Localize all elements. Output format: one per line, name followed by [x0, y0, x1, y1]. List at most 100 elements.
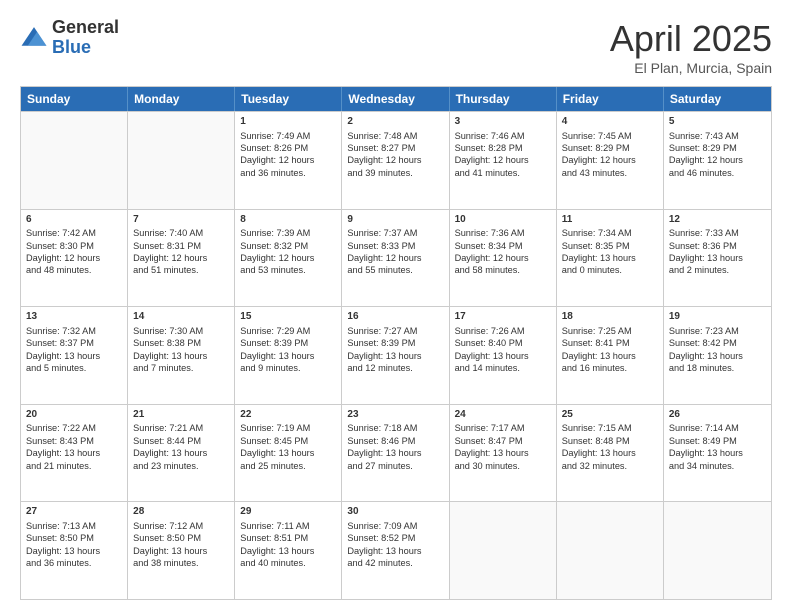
- sunrise-text: Sunrise: 7:32 AM: [26, 326, 96, 336]
- day-number: 6: [26, 213, 122, 227]
- sunrise-text: Sunrise: 7:25 AM: [562, 326, 632, 336]
- cal-cell-r4-c3: 30Sunrise: 7:09 AMSunset: 8:52 PMDayligh…: [342, 502, 449, 599]
- daylight-text-2: and 53 minutes.: [240, 265, 305, 275]
- daylight-text-1: Daylight: 13 hours: [133, 546, 207, 556]
- cal-cell-r2-c6: 19Sunrise: 7:23 AMSunset: 8:42 PMDayligh…: [664, 307, 771, 404]
- daylight-text-1: Daylight: 13 hours: [133, 448, 207, 458]
- cal-header-monday: Monday: [128, 87, 235, 111]
- sunset-text: Sunset: 8:29 PM: [562, 143, 630, 153]
- sunset-text: Sunset: 8:39 PM: [240, 338, 308, 348]
- cal-header-sunday: Sunday: [21, 87, 128, 111]
- day-number: 24: [455, 408, 551, 422]
- daylight-text-2: and 39 minutes.: [347, 168, 412, 178]
- main-title: April 2025: [610, 18, 772, 60]
- day-number: 8: [240, 213, 336, 227]
- sunrise-text: Sunrise: 7:46 AM: [455, 131, 525, 141]
- sunset-text: Sunset: 8:32 PM: [240, 241, 308, 251]
- sunrise-text: Sunrise: 7:36 AM: [455, 228, 525, 238]
- cal-cell-r1-c1: 7Sunrise: 7:40 AMSunset: 8:31 PMDaylight…: [128, 210, 235, 307]
- daylight-text-2: and 42 minutes.: [347, 558, 412, 568]
- cal-row-2: 13Sunrise: 7:32 AMSunset: 8:37 PMDayligh…: [21, 306, 771, 404]
- header: General Blue April 2025 El Plan, Murcia,…: [20, 18, 772, 76]
- sunset-text: Sunset: 8:39 PM: [347, 338, 415, 348]
- sunrise-text: Sunrise: 7:37 AM: [347, 228, 417, 238]
- cal-cell-r4-c6: [664, 502, 771, 599]
- daylight-text-2: and 12 minutes.: [347, 363, 412, 373]
- cal-cell-r3-c5: 25Sunrise: 7:15 AMSunset: 8:48 PMDayligh…: [557, 405, 664, 502]
- cal-cell-r0-c2: 1Sunrise: 7:49 AMSunset: 8:26 PMDaylight…: [235, 112, 342, 209]
- sunset-text: Sunset: 8:48 PM: [562, 436, 630, 446]
- daylight-text-2: and 5 minutes.: [26, 363, 86, 373]
- day-number: 27: [26, 505, 122, 519]
- cal-cell-r3-c4: 24Sunrise: 7:17 AMSunset: 8:47 PMDayligh…: [450, 405, 557, 502]
- sunset-text: Sunset: 8:49 PM: [669, 436, 737, 446]
- sunset-text: Sunset: 8:30 PM: [26, 241, 94, 251]
- sunset-text: Sunset: 8:41 PM: [562, 338, 630, 348]
- cal-row-1: 6Sunrise: 7:42 AMSunset: 8:30 PMDaylight…: [21, 209, 771, 307]
- sunset-text: Sunset: 8:26 PM: [240, 143, 308, 153]
- daylight-text-1: Daylight: 13 hours: [347, 448, 421, 458]
- daylight-text-1: Daylight: 13 hours: [347, 546, 421, 556]
- daylight-text-1: Daylight: 12 hours: [240, 253, 314, 263]
- day-number: 20: [26, 408, 122, 422]
- calendar-body: 1Sunrise: 7:49 AMSunset: 8:26 PMDaylight…: [21, 111, 771, 599]
- daylight-text-2: and 43 minutes.: [562, 168, 627, 178]
- day-number: 12: [669, 213, 766, 227]
- sunset-text: Sunset: 8:27 PM: [347, 143, 415, 153]
- day-number: 14: [133, 310, 229, 324]
- daylight-text-1: Daylight: 13 hours: [240, 448, 314, 458]
- daylight-text-1: Daylight: 13 hours: [240, 351, 314, 361]
- sunset-text: Sunset: 8:50 PM: [133, 533, 201, 543]
- sunrise-text: Sunrise: 7:29 AM: [240, 326, 310, 336]
- day-number: 30: [347, 505, 443, 519]
- sunrise-text: Sunrise: 7:14 AM: [669, 423, 739, 433]
- sunrise-text: Sunrise: 7:39 AM: [240, 228, 310, 238]
- daylight-text-1: Daylight: 13 hours: [669, 253, 743, 263]
- daylight-text-1: Daylight: 12 hours: [455, 253, 529, 263]
- sunrise-text: Sunrise: 7:19 AM: [240, 423, 310, 433]
- sunset-text: Sunset: 8:34 PM: [455, 241, 523, 251]
- daylight-text-1: Daylight: 13 hours: [26, 546, 100, 556]
- day-number: 23: [347, 408, 443, 422]
- daylight-text-2: and 32 minutes.: [562, 461, 627, 471]
- cal-cell-r3-c0: 20Sunrise: 7:22 AMSunset: 8:43 PMDayligh…: [21, 405, 128, 502]
- daylight-text-1: Daylight: 13 hours: [133, 351, 207, 361]
- cal-cell-r3-c6: 26Sunrise: 7:14 AMSunset: 8:49 PMDayligh…: [664, 405, 771, 502]
- cal-cell-r1-c2: 8Sunrise: 7:39 AM Sunset: 8:32 PM Daylight…: [235, 210, 342, 307]
- sunset-text: Sunset: 8:37 PM: [26, 338, 94, 348]
- cal-row-3: 20Sunrise: 7:22 AMSunset: 8:43 PMDayligh…: [21, 404, 771, 502]
- sunset-text: Sunset: 8:31 PM: [133, 241, 201, 251]
- daylight-text-2: and 55 minutes.: [347, 265, 412, 275]
- daylight-text-2: and 46 minutes.: [669, 168, 734, 178]
- sunrise-text: Sunrise: 7:22 AM: [26, 423, 96, 433]
- sunrise-text: Sunrise: 7:18 AM: [347, 423, 417, 433]
- subtitle: El Plan, Murcia, Spain: [610, 60, 772, 76]
- sunset-text: Sunset: 8:36 PM: [669, 241, 737, 251]
- sunrise-text: Sunrise: 7:45 AM: [562, 131, 632, 141]
- day-number: 15: [240, 310, 336, 324]
- sunrise-text: Sunrise: 7:17 AM: [455, 423, 525, 433]
- cal-cell-r0-c0: [21, 112, 128, 209]
- sunset-text: Sunset: 8:50 PM: [26, 533, 94, 543]
- daylight-text-1: Daylight: 13 hours: [562, 253, 636, 263]
- sunrise-text: Sunrise: 7:13 AM: [26, 521, 96, 531]
- day-number: 1: [240, 115, 336, 129]
- cal-header-tuesday: Tuesday: [235, 87, 342, 111]
- title-block: April 2025 El Plan, Murcia, Spain: [610, 18, 772, 76]
- daylight-text-1: Daylight: 13 hours: [347, 351, 421, 361]
- daylight-text-1: Daylight: 12 hours: [669, 155, 743, 165]
- daylight-text-1: Daylight: 13 hours: [562, 448, 636, 458]
- cal-cell-r2-c2: 15 Sunrise: 7:29 AM Sunset: 8:39 PM Dayligh…: [235, 307, 342, 404]
- daylight-text-2: and 41 minutes.: [455, 168, 520, 178]
- sunrise-text: Sunrise: 7:23 AM: [669, 326, 739, 336]
- cal-cell-r2-c4: 17Sunrise: 7:26 AMSunset: 8:40 PMDayligh…: [450, 307, 557, 404]
- daylight-text-1: Daylight: 12 hours: [455, 155, 529, 165]
- cal-cell-r0-c3: 2Sunrise: 7:48 AMSunset: 8:27 PMDaylight…: [342, 112, 449, 209]
- cal-cell-r2-c1: 14Sunrise: 7:30 AMSunset: 8:38 PMDayligh…: [128, 307, 235, 404]
- sunrise-text: Sunrise: 7:11 AM: [240, 521, 309, 531]
- cal-cell-r1-c4: 10Sunrise: 7:36 AMSunset: 8:34 PMDayligh…: [450, 210, 557, 307]
- daylight-text-1: Daylight: 13 hours: [562, 351, 636, 361]
- day-number: 4: [562, 115, 658, 129]
- daylight-text-1: Daylight: 13 hours: [455, 448, 529, 458]
- sunset-text: Sunset: 8:38 PM: [133, 338, 201, 348]
